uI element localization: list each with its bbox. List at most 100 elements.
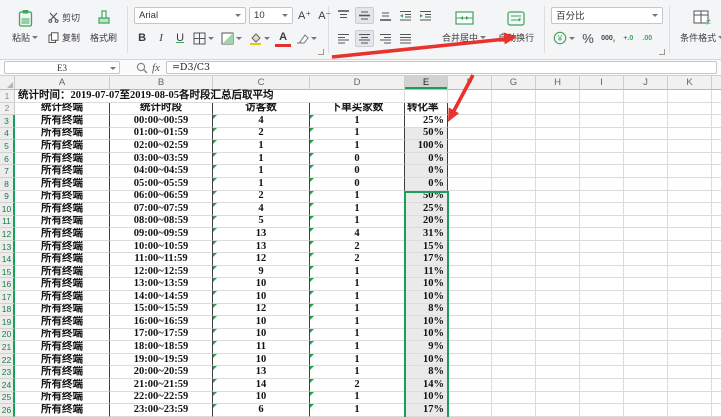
fill-color-button[interactable] — [247, 30, 272, 47]
borders-button[interactable] — [191, 30, 216, 47]
cell-B18[interactable]: 15:00~15:59 — [110, 304, 213, 317]
cell-empty[interactable] — [668, 178, 712, 191]
cell-empty[interactable] — [624, 404, 668, 417]
cell-empty[interactable] — [492, 165, 536, 178]
cell-empty[interactable] — [536, 266, 580, 279]
cell-empty[interactable] — [668, 103, 712, 116]
cell-empty[interactable] — [712, 216, 721, 229]
cell-empty[interactable] — [536, 379, 580, 392]
cell-empty[interactable] — [668, 90, 712, 103]
cell-C19[interactable]: 10 — [213, 316, 310, 329]
cell-A15[interactable]: 所有终端 — [15, 266, 110, 279]
cell-empty[interactable] — [448, 329, 492, 342]
cell-empty[interactable] — [448, 304, 492, 317]
cell-A22[interactable]: 所有终端 — [15, 354, 110, 367]
cell-B23[interactable]: 20:00~20:59 — [110, 366, 213, 379]
clear-format-button[interactable] — [294, 30, 319, 47]
cell-empty[interactable] — [448, 379, 492, 392]
row-header-21[interactable]: 21 — [0, 341, 15, 354]
cell-D20[interactable]: 1 — [310, 329, 405, 342]
cell-B4[interactable]: 01:00~01:59 — [110, 128, 213, 141]
row-header-1[interactable]: 1 — [0, 90, 15, 103]
cell-E6[interactable]: 0% — [405, 153, 448, 166]
cell-empty[interactable] — [536, 216, 580, 229]
align-center-button[interactable] — [355, 30, 374, 47]
cell-empty[interactable] — [624, 354, 668, 367]
cell-empty[interactable] — [536, 90, 580, 103]
cell-empty[interactable] — [668, 266, 712, 279]
row-header-10[interactable]: 10 — [0, 203, 15, 216]
cell-B10[interactable]: 07:00~07:59 — [110, 203, 213, 216]
cell-empty[interactable] — [624, 379, 668, 392]
cell-empty[interactable] — [580, 379, 624, 392]
cell-empty[interactable] — [536, 354, 580, 367]
cell-empty[interactable] — [712, 115, 721, 128]
cell-A25[interactable]: 所有终端 — [15, 392, 110, 405]
cell-D16[interactable]: 1 — [310, 278, 405, 291]
cell-empty[interactable] — [448, 103, 492, 116]
cell-A10[interactable]: 所有终端 — [15, 203, 110, 216]
row-header-7[interactable]: 7 — [0, 165, 15, 178]
cell-empty[interactable] — [668, 128, 712, 141]
cell-D24[interactable]: 2 — [310, 379, 405, 392]
cell-empty[interactable] — [712, 203, 721, 216]
cell-empty[interactable] — [668, 291, 712, 304]
cell-D26[interactable]: 1 — [310, 404, 405, 417]
align-left-button[interactable] — [335, 30, 352, 47]
row-header-16[interactable]: 16 — [0, 278, 15, 291]
cell-B7[interactable]: 04:00~04:59 — [110, 165, 213, 178]
cell-B9[interactable]: 06:00~06:59 — [110, 191, 213, 204]
cell-D14[interactable]: 2 — [310, 253, 405, 266]
cell-B6[interactable]: 03:00~03:59 — [110, 153, 213, 166]
row-header-3[interactable]: 3 — [0, 115, 15, 128]
cell-empty[interactable] — [624, 153, 668, 166]
cell-empty[interactable] — [624, 392, 668, 405]
cell-C24[interactable]: 14 — [213, 379, 310, 392]
cell-empty[interactable] — [712, 153, 721, 166]
cell-B17[interactable]: 14:00~14:59 — [110, 291, 213, 304]
cell-empty[interactable] — [712, 266, 721, 279]
cell-empty[interactable] — [448, 203, 492, 216]
number-format-select[interactable]: 百分比 — [551, 7, 663, 24]
cell-C18[interactable]: 12 — [213, 304, 310, 317]
cell-C23[interactable]: 13 — [213, 366, 310, 379]
row-header-4[interactable]: 4 — [0, 128, 15, 141]
cell-empty[interactable] — [712, 253, 721, 266]
cell-empty[interactable] — [580, 241, 624, 254]
cell-empty[interactable] — [448, 253, 492, 266]
cell-empty[interactable] — [668, 404, 712, 417]
cell-empty[interactable] — [492, 216, 536, 229]
cell-D10[interactable]: 1 — [310, 203, 405, 216]
cell-empty[interactable] — [536, 203, 580, 216]
cell-B5[interactable]: 02:00~02:59 — [110, 140, 213, 153]
row-header-24[interactable]: 24 — [0, 379, 15, 392]
cell-empty[interactable] — [624, 103, 668, 116]
cell-C16[interactable]: 10 — [213, 278, 310, 291]
cell-empty[interactable] — [580, 115, 624, 128]
formula-input[interactable]: =D3/C3 — [166, 61, 717, 74]
cell-empty[interactable] — [580, 178, 624, 191]
cell-empty[interactable] — [624, 178, 668, 191]
currency-button[interactable]: ¥ — [551, 30, 577, 47]
decrease-decimal-button[interactable]: .00 — [639, 30, 655, 47]
cell-E20[interactable]: 10% — [405, 329, 448, 342]
align-right-button[interactable] — [377, 30, 394, 47]
cell-D9[interactable]: 1 — [310, 191, 405, 204]
cell-A8[interactable]: 所有终端 — [15, 178, 110, 191]
column-header-F[interactable]: F — [448, 76, 492, 90]
cell-empty[interactable] — [580, 253, 624, 266]
cell-empty[interactable] — [448, 404, 492, 417]
cell-empty[interactable] — [536, 404, 580, 417]
cell-empty[interactable] — [492, 329, 536, 342]
cell-A6[interactable]: 所有终端 — [15, 153, 110, 166]
cell-D3[interactable]: 1 — [310, 115, 405, 128]
cell-B14[interactable]: 11:00~11:59 — [110, 253, 213, 266]
cell-empty[interactable] — [580, 366, 624, 379]
cell-empty[interactable] — [624, 329, 668, 342]
cell-C20[interactable]: 10 — [213, 329, 310, 342]
cut-button[interactable]: 剪切 — [46, 9, 82, 26]
row-header-8[interactable]: 8 — [0, 178, 15, 191]
cell-empty[interactable] — [536, 140, 580, 153]
cell-A3[interactable]: 所有终端 — [15, 115, 110, 128]
row-header-18[interactable]: 18 — [0, 304, 15, 317]
